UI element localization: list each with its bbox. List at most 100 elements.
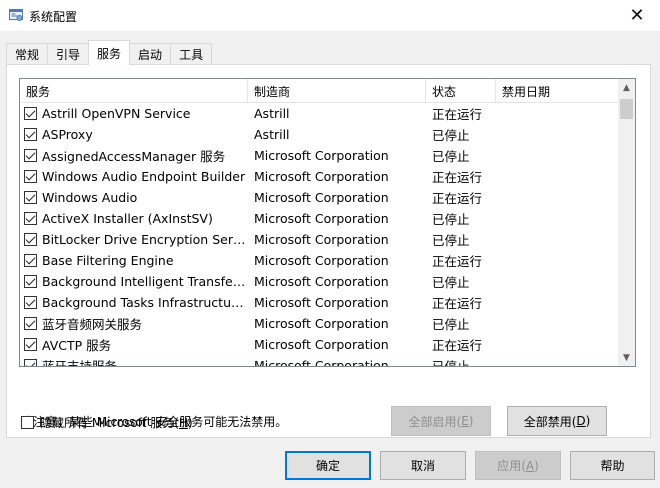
service-cell: Astrill OpenVPN Service (20, 106, 248, 121)
list-item[interactable]: 蓝牙支持服务 Microsoft Corporation 已停止 (20, 355, 618, 367)
vendor-cell: Microsoft Corporation (254, 295, 389, 310)
status-cell: 已停止 (432, 317, 470, 332)
services-pane: 服务 制造商 状态 禁用日期 Astrill OpenVPN Service As… (6, 64, 651, 438)
list-item[interactable]: Astrill OpenVPN Service Astrill 正在运行 (20, 103, 618, 124)
service-cell: 蓝牙音频网关服务 (20, 314, 248, 333)
title-bar: 系统配置 ✕ (0, 0, 660, 31)
service-checkbox[interactable] (24, 275, 37, 288)
apply-button[interactable]: 应用(A) (475, 451, 561, 480)
chevron-down-icon[interactable]: ▼ (618, 349, 635, 366)
service-checkbox[interactable] (24, 149, 37, 162)
dialog-client: 常规 引导 服务 启动 工具 服务 制造商 状态 禁用日期 Astrill Op… (0, 31, 660, 488)
help-button[interactable]: 帮助 (570, 451, 655, 480)
status-cell: 已停止 (432, 149, 470, 164)
service-name: BitLocker Drive Encryption Service (42, 232, 248, 247)
msconfig-icon (9, 9, 23, 21)
list-item[interactable]: AVCTP 服务 Microsoft Corporation 正在运行 (20, 334, 618, 355)
service-name: ASProxy (42, 127, 93, 142)
list-item[interactable]: 蓝牙音频网关服务 Microsoft Corporation 已停止 (20, 313, 618, 334)
list-item[interactable]: Windows Audio Endpoint Builder Microsoft … (20, 166, 618, 187)
status-cell: 已停止 (432, 275, 470, 290)
service-name: 蓝牙支持服务 (42, 359, 118, 367)
hide-microsoft-services-checkbox[interactable]: 隐藏所有 Microsoft 服务(H) (21, 414, 193, 431)
vendor-cell: Microsoft Corporation (254, 274, 389, 289)
service-cell: Windows Audio Endpoint Builder (20, 169, 248, 184)
service-checkbox[interactable] (24, 317, 37, 330)
service-name: AVCTP 服务 (42, 338, 112, 353)
list-item[interactable]: Windows Audio Microsoft Corporation 正在运行 (20, 187, 618, 208)
vendor-cell: Microsoft Corporation (254, 358, 389, 367)
service-checkbox[interactable] (24, 254, 37, 267)
vendor-cell: Microsoft Corporation (254, 211, 389, 226)
tab-boot[interactable]: 引导 (47, 43, 90, 65)
scrollbar-thumb[interactable] (620, 99, 633, 119)
list-item[interactable]: Background Tasks Infrastructure... Micros… (20, 292, 618, 313)
column-header-disabled-date[interactable]: 禁用日期 (496, 79, 618, 103)
vertical-scrollbar[interactable]: ▲ ▼ (618, 79, 635, 366)
service-checkbox[interactable] (24, 107, 37, 120)
cancel-button[interactable]: 取消 (380, 451, 466, 480)
status-cell: 正在运行 (432, 338, 483, 353)
vendor-cell: Microsoft Corporation (254, 190, 389, 205)
service-cell: Windows Audio (20, 190, 248, 205)
disable-all-button[interactable]: 全部禁用(D) (507, 406, 607, 436)
service-checkbox[interactable] (24, 170, 37, 183)
service-name: Background Intelligent Transfer ... (42, 274, 248, 289)
service-checkbox[interactable] (24, 191, 37, 204)
service-checkbox[interactable] (24, 212, 37, 225)
tab-tools[interactable]: 工具 (170, 43, 213, 65)
status-cell: 已停止 (432, 233, 470, 248)
status-cell: 已停止 (432, 128, 470, 143)
service-name: Astrill OpenVPN Service (42, 106, 191, 121)
list-item[interactable]: ActiveX Installer (AxInstSV) Microsoft Co… (20, 208, 618, 229)
services-list[interactable]: 服务 制造商 状态 禁用日期 Astrill OpenVPN Service As… (19, 78, 636, 367)
column-header-service[interactable]: 服务 (20, 79, 248, 103)
vendor-cell: Astrill (254, 127, 290, 142)
service-checkbox[interactable] (24, 359, 37, 366)
service-cell: Background Tasks Infrastructure... (20, 295, 248, 310)
tab-startup[interactable]: 启动 (129, 43, 172, 65)
ok-button[interactable]: 确定 (285, 451, 371, 480)
vendor-cell: Microsoft Corporation (254, 316, 389, 331)
enable-all-button[interactable]: 全部启用(E) (391, 406, 491, 436)
vendor-cell: Microsoft Corporation (254, 169, 389, 184)
vendor-cell: Astrill (254, 106, 290, 121)
service-cell: Background Intelligent Transfer ... (20, 274, 248, 289)
tab-services[interactable]: 服务 (88, 40, 131, 65)
service-cell: ActiveX Installer (AxInstSV) (20, 211, 248, 226)
window-title: 系统配置 (29, 10, 78, 24)
list-item[interactable]: BitLocker Drive Encryption Service Micros… (20, 229, 618, 250)
vendor-cell: Microsoft Corporation (254, 337, 389, 352)
tab-general[interactable]: 常规 (6, 43, 49, 65)
close-icon: ✕ (629, 5, 645, 26)
service-checkbox[interactable] (24, 233, 37, 246)
list-body: Astrill OpenVPN Service Astrill 正在运行 ASProx… (20, 103, 618, 367)
status-cell: 正在运行 (432, 191, 483, 206)
service-cell: 蓝牙支持服务 (20, 356, 248, 367)
chevron-up-icon[interactable]: ▲ (618, 79, 635, 96)
list-item[interactable]: AssignedAccessManager 服务 Microsoft Corpor… (20, 145, 618, 166)
service-cell: AssignedAccessManager 服务 (20, 146, 248, 165)
vendor-cell: Microsoft Corporation (254, 148, 389, 163)
list-item[interactable]: Background Intelligent Transfer ... Micro… (20, 271, 618, 292)
service-cell: AVCTP 服务 (20, 335, 248, 354)
column-header-status[interactable]: 状态 (426, 79, 496, 103)
service-checkbox[interactable] (24, 338, 37, 351)
service-name: Background Tasks Infrastructure... (42, 295, 248, 310)
service-checkbox[interactable] (24, 296, 37, 309)
list-item[interactable]: Base Filtering Engine Microsoft Corporati… (20, 250, 618, 271)
status-cell: 正在运行 (432, 254, 483, 269)
list-item[interactable]: ASProxy Astrill 已停止 (20, 124, 618, 145)
column-header-vendor[interactable]: 制造商 (248, 79, 426, 103)
status-cell: 已停止 (432, 212, 470, 227)
close-button[interactable]: ✕ (614, 0, 660, 31)
status-cell: 已停止 (432, 359, 470, 367)
checkbox[interactable] (21, 416, 34, 429)
service-checkbox[interactable] (24, 128, 37, 141)
service-name: Base Filtering Engine (42, 253, 174, 268)
tab-strip: 常规 引导 服务 启动 工具 (6, 40, 213, 65)
service-name: Windows Audio Endpoint Builder (42, 169, 246, 184)
vendor-cell: Microsoft Corporation (254, 253, 389, 268)
service-name: Windows Audio (42, 190, 138, 205)
list-header: 服务 制造商 状态 禁用日期 (20, 79, 618, 103)
